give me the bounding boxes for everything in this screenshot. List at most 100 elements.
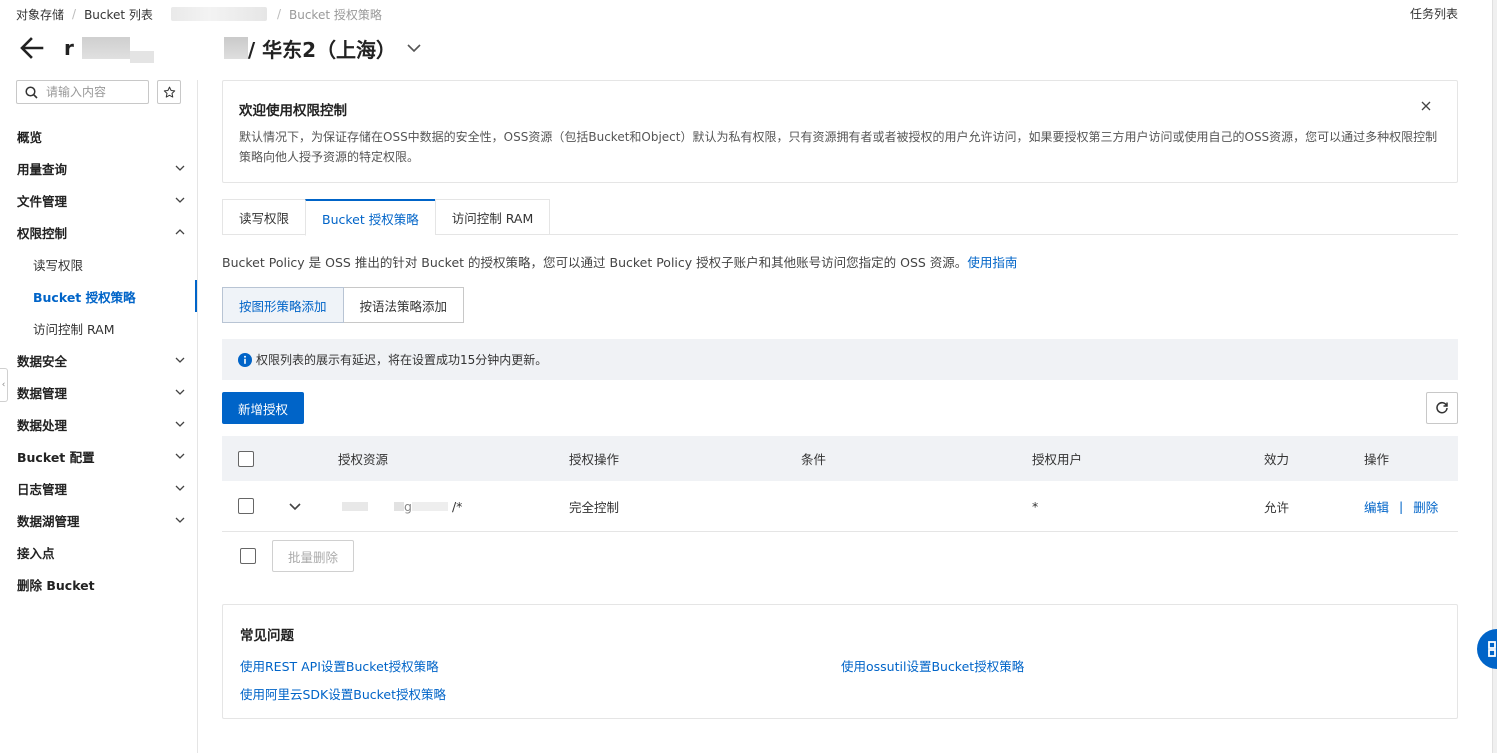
chevron-down-icon[interactable] xyxy=(288,499,302,513)
header-action: 授权操作 xyxy=(569,452,620,467)
resource-suffix: g xyxy=(404,498,412,514)
chevron-down-icon xyxy=(175,453,185,459)
breadcrumb: 对象存储 / Bucket 列表 / Bucket 授权策略 xyxy=(16,5,382,23)
add-authorization-button[interactable]: 新增授权 xyxy=(222,392,304,424)
breadcrumb-object-storage[interactable]: 对象存储 xyxy=(16,6,64,23)
sidebar-item[interactable]: 文件管理 xyxy=(0,184,197,216)
usage-guide-link[interactable]: 使用指南 xyxy=(967,255,1017,270)
policy-description-text: Bucket Policy 是 OSS 推出的针对 Bucket 的授权策略，您… xyxy=(222,255,968,270)
chevron-down-icon xyxy=(175,389,185,395)
breadcrumb-bucket-list[interactable]: Bucket 列表 xyxy=(84,6,153,23)
header-resource: 授权资源 xyxy=(338,452,389,467)
bucket-name-prefix: r xyxy=(64,36,74,60)
table-row: g /* 完全控制 * 允许 编辑 | 删除 xyxy=(222,481,1458,532)
action-cell: 完全控制 xyxy=(569,499,620,515)
sidebar-item-label: 用量查询 xyxy=(17,161,68,177)
search-icon xyxy=(25,85,38,99)
delay-notice-text: 权限列表的展示有延迟，将在设置成功15分钟内更新。 xyxy=(256,353,548,367)
sidebar-item-label: 删除 Bucket xyxy=(17,577,95,593)
sidebar-item-label: 文件管理 xyxy=(17,193,68,209)
sidebar-subitem[interactable]: 访问控制 RAM xyxy=(0,312,197,344)
header-operations: 操作 xyxy=(1364,452,1390,467)
chevron-down-icon xyxy=(175,485,185,491)
tab-read-write[interactable]: 读写权限 xyxy=(222,199,306,235)
policy-description: Bucket Policy 是 OSS 推出的针对 Bucket 的授权策略，您… xyxy=(222,252,1017,271)
sidebar-item-label: 接入点 xyxy=(17,545,55,561)
chevron-down-icon xyxy=(175,165,185,171)
chevron-down-icon[interactable] xyxy=(406,40,422,56)
bucket-name-redacted xyxy=(81,37,130,59)
resource-path: /* xyxy=(451,498,463,514)
header-user: 授权用户 xyxy=(1032,452,1083,467)
breadcrumb-separator: / xyxy=(276,7,281,21)
table-header: 授权资源 授权操作 条件 授权用户 效力 操作 xyxy=(222,436,1458,481)
sidebar-item[interactable]: 权限控制 xyxy=(0,216,197,248)
sidebar-item[interactable]: 数据湖管理 xyxy=(0,504,197,536)
resource-redacted xyxy=(342,501,368,511)
chevron-down-icon xyxy=(175,421,185,427)
tab-bucket-policy[interactable]: Bucket 授权策略 xyxy=(305,199,435,236)
floating-assistant-button[interactable] xyxy=(1477,629,1497,669)
welcome-body: 默认情况下，为保证存储在OSS中数据的安全性，OSS资源（包括Bucket和Ob… xyxy=(239,130,1438,164)
refresh-button[interactable] xyxy=(1426,392,1458,424)
sidebar-item[interactable]: 日志管理 xyxy=(0,472,197,504)
breadcrumb-current: Bucket 授权策略 xyxy=(288,7,382,22)
resource-cell: g /* xyxy=(342,481,462,531)
effect-cell: 允许 xyxy=(1264,499,1290,515)
batch-select-checkbox[interactable] xyxy=(240,548,256,564)
breadcrumb-bucket-name-redacted[interactable] xyxy=(170,7,267,21)
faq-link-ossutil[interactable]: 使用ossutil设置Bucket授权策略 xyxy=(841,656,1024,675)
sidebar-item-label: 概览 xyxy=(17,129,43,145)
sidebar-item-label: 数据安全 xyxy=(17,353,68,369)
sidebar-subitem[interactable]: 读写权限 xyxy=(0,248,197,280)
resource-redacted xyxy=(394,501,404,511)
sidebar-item[interactable]: 概览 xyxy=(0,120,197,152)
bucket-name-redacted xyxy=(129,51,154,63)
region-label: / 华东2（上海） xyxy=(247,37,397,62)
back-arrow-icon[interactable] xyxy=(18,34,46,62)
header-effect: 效力 xyxy=(1264,452,1290,467)
operation-separator: | xyxy=(1399,498,1404,514)
tab-ram[interactable]: 访问控制 RAM xyxy=(434,199,551,235)
favorite-button[interactable] xyxy=(157,80,181,104)
sidebar-item[interactable]: 数据安全 xyxy=(0,344,197,376)
faq-link-rest-api[interactable]: 使用REST API设置Bucket授权策略 xyxy=(240,656,439,675)
sidebar-item[interactable]: 删除 Bucket xyxy=(0,568,197,600)
welcome-panel: 欢迎使用权限控制 默认情况下，为保证存储在OSS中数据的安全性，OSS资源（包括… xyxy=(222,80,1458,183)
sidebar-item-label: 日志管理 xyxy=(17,481,68,497)
sidebar-item-label: 数据管理 xyxy=(17,385,68,401)
row-checkbox[interactable] xyxy=(238,498,254,514)
sidebar-collapse-handle[interactable]: ‹ xyxy=(0,368,8,402)
select-all-checkbox[interactable] xyxy=(238,450,254,467)
resource-redacted xyxy=(411,501,448,511)
search-input[interactable] xyxy=(16,80,149,104)
close-icon[interactable] xyxy=(1419,99,1433,113)
sidebar-subitem[interactable]: Bucket 授权策略 xyxy=(0,280,197,312)
graphical-policy-button[interactable]: 按图形策略添加 xyxy=(222,287,344,323)
search-field[interactable] xyxy=(46,85,142,99)
info-icon xyxy=(238,352,252,367)
sidebar-nav: 概览用量查询文件管理权限控制读写权限 Bucket 授权策略 访问控制 RAM 数据安… xyxy=(0,120,197,600)
chevron-down-icon xyxy=(175,197,185,203)
sidebar-item-label: 权限控制 xyxy=(17,225,68,241)
batch-actions: 批量删除 xyxy=(222,540,1458,572)
faq-title: 常见问题 xyxy=(240,628,294,644)
sidebar-item[interactable]: 数据管理 xyxy=(0,376,197,408)
sidebar-item[interactable]: 数据处理 xyxy=(0,408,197,440)
sidebar: 概览用量查询文件管理权限控制读写权限Bucket 授权策略访问控制 RAM 数据安… xyxy=(0,80,198,753)
sidebar-item[interactable]: Bucket 配置 xyxy=(0,440,197,472)
grid-icon xyxy=(1488,641,1496,657)
syntax-policy-button[interactable]: 按语法策略添加 xyxy=(343,287,465,323)
faq-link-sdk[interactable]: 使用阿里云SDK设置Bucket授权策略 xyxy=(240,684,446,703)
delete-link[interactable]: 删除 xyxy=(1413,497,1438,516)
chevron-up-icon xyxy=(175,229,185,235)
page-title: r / 华东2（上海） xyxy=(64,30,422,66)
faq-panel: 常见问题 使用REST API设置Bucket授权策略 使用ossutil设置B… xyxy=(222,604,1458,719)
sidebar-item[interactable]: 用量查询 xyxy=(0,152,197,184)
task-list-link[interactable]: 任务列表 xyxy=(1410,5,1458,22)
refresh-icon xyxy=(1436,401,1448,414)
edit-link[interactable]: 编辑 xyxy=(1364,497,1389,516)
permission-tabs: 读写权限 Bucket 授权策略 访问控制 RAM xyxy=(222,199,1458,236)
batch-delete-button[interactable]: 批量删除 xyxy=(272,540,354,572)
sidebar-item[interactable]: 接入点 xyxy=(0,536,197,568)
